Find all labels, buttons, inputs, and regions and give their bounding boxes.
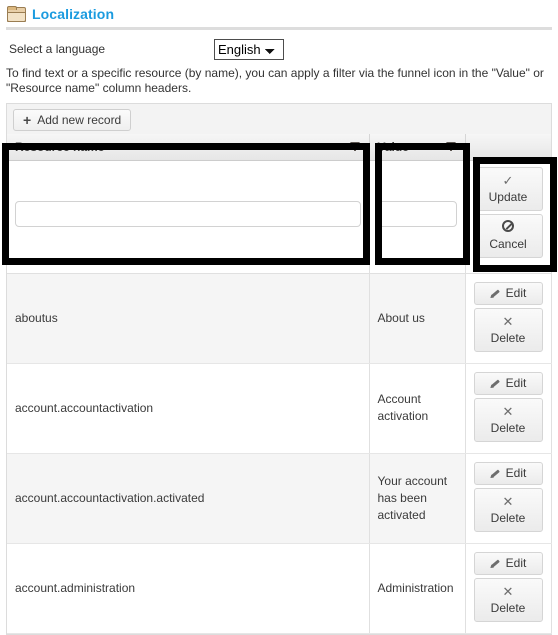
page-header: Localization [0, 0, 558, 22]
edit-button[interactable]: Edit [473, 461, 543, 485]
x-icon: ✕ [502, 403, 514, 419]
delete-button-label: Delete [490, 600, 526, 615]
plus-icon: + [23, 111, 32, 128]
table-row: account.accountactivation Account activa… [7, 363, 552, 454]
pencil-icon [490, 378, 501, 389]
folder-icon [7, 6, 26, 22]
localization-grid: Resource name Value ✓ Update Cancel abou… [6, 134, 552, 635]
edit-button-label: Edit [505, 375, 527, 390]
cancel-button-label: Cancel [489, 236, 527, 251]
funnel-icon-value[interactable] [445, 141, 457, 152]
cell-actions: Edit ✕ Delete [465, 453, 552, 544]
cell-value: About us [369, 273, 466, 364]
cell-value: Administration [369, 543, 466, 634]
cell-resource-name: account.accountactivation [7, 363, 370, 454]
delete-button[interactable]: ✕ Delete [473, 487, 543, 532]
x-icon: ✕ [502, 583, 514, 599]
x-icon: ✕ [502, 493, 514, 509]
edit-button-label: Edit [505, 285, 527, 300]
grid-table: Resource name Value ✓ Update Cancel abou… [7, 134, 552, 634]
edit-button-label: Edit [505, 555, 527, 570]
cell-resource-name: account.accountactivation.activated [7, 453, 370, 544]
update-button[interactable]: ✓ Update [473, 166, 543, 211]
pencil-icon [490, 288, 501, 299]
edit-button[interactable]: Edit [473, 371, 543, 395]
column-header-resource-name-label: Resource name [15, 139, 105, 154]
grid-edit-row: ✓ Update Cancel [7, 160, 552, 274]
column-header-resource-name[interactable]: Resource name [7, 134, 370, 161]
check-icon: ✓ [502, 172, 514, 188]
cell-resource-name: account.administration [7, 543, 370, 634]
table-row: account.accountactivation.activated Your… [7, 453, 552, 544]
cell-actions: Edit ✕ Delete [465, 273, 552, 364]
pencil-icon [490, 558, 501, 569]
cell-value: Account activation [369, 363, 466, 454]
cell-value: Your account has been activated [369, 453, 466, 544]
edit-cell-value [369, 160, 466, 274]
cell-actions: Edit ✕ Delete [465, 543, 552, 634]
column-header-value-label: Value [377, 139, 409, 154]
language-label: Select a language [9, 42, 106, 56]
add-new-record-label: Add new record [37, 113, 122, 127]
edit-cell-resource-name [7, 160, 370, 274]
column-header-value[interactable]: Value [369, 134, 466, 161]
cancel-button[interactable]: Cancel [473, 213, 543, 258]
filter-help-text: To find text or a specific resource (by … [6, 66, 544, 95]
no-entry-icon [502, 219, 514, 232]
delete-button-label: Delete [490, 420, 526, 435]
delete-button-label: Delete [490, 510, 526, 525]
funnel-icon-resource-name[interactable] [349, 141, 361, 152]
update-button-label: Update [488, 189, 528, 204]
grid-header-row: Resource name Value [7, 134, 551, 161]
table-row: account.administration Administration Ed… [7, 543, 552, 634]
cell-resource-name: aboutus [7, 273, 370, 364]
delete-button[interactable]: ✕ Delete [473, 397, 543, 442]
language-select[interactable]: English [214, 38, 284, 60]
column-header-actions [465, 134, 551, 161]
language-row: Select a language English [0, 30, 558, 60]
edit-cell-actions: ✓ Update Cancel [465, 160, 552, 274]
pencil-icon [490, 468, 501, 479]
add-new-record-button[interactable]: + Add new record [13, 109, 132, 131]
table-row: aboutus About us Edit ✕ Delete [7, 273, 552, 364]
grid-toolbar: + Add new record [6, 103, 552, 134]
delete-button[interactable]: ✕ Delete [473, 577, 543, 622]
x-icon: ✕ [502, 313, 514, 329]
page-title: Localization [32, 5, 115, 22]
value-input[interactable] [377, 200, 457, 227]
cell-actions: Edit ✕ Delete [465, 363, 552, 454]
resource-name-input[interactable] [15, 200, 361, 227]
edit-button[interactable]: Edit [473, 551, 543, 575]
delete-button[interactable]: ✕ Delete [473, 307, 543, 352]
delete-button-label: Delete [490, 330, 526, 345]
edit-button[interactable]: Edit [473, 281, 543, 305]
edit-button-label: Edit [505, 465, 527, 480]
